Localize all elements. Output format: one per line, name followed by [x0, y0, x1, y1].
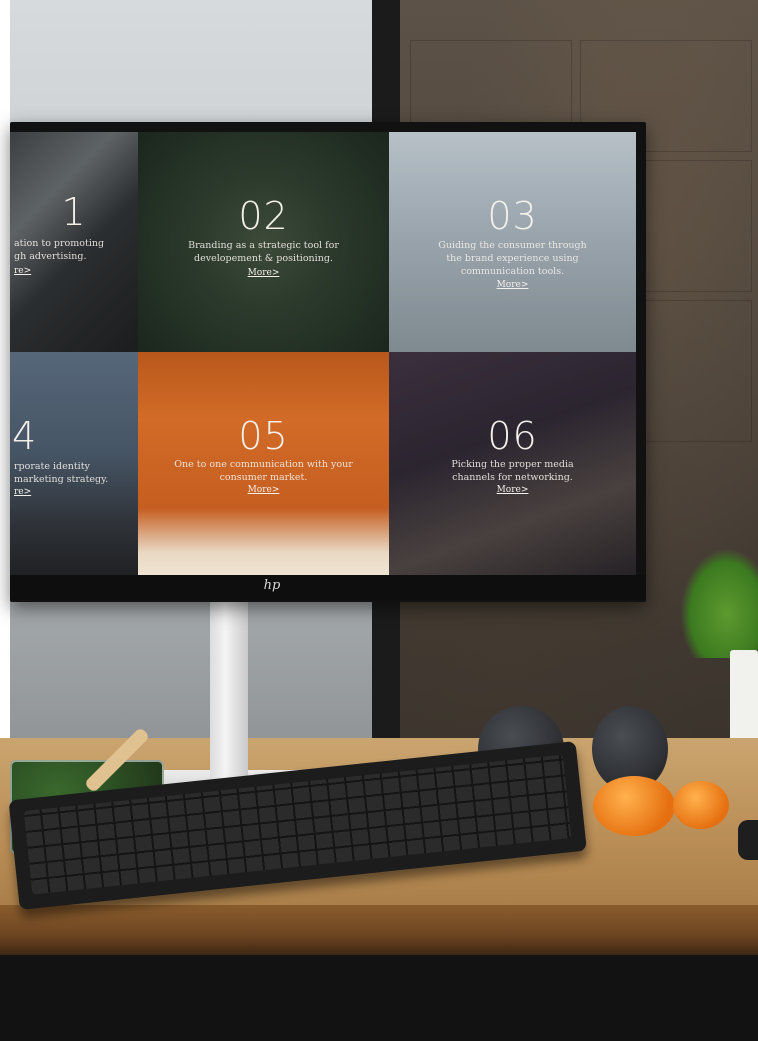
potted-plant [680, 548, 758, 658]
floor-shadow [0, 955, 758, 1041]
tile-description: Guiding the consumer through the brand e… [438, 240, 587, 277]
desk-edge [0, 905, 758, 955]
orange-peeled [593, 776, 675, 836]
tile-number: 4 [12, 414, 38, 458]
service-tile-6: 06 Picking the proper media channels for… [389, 352, 636, 575]
service-tile-2: 02 Branding as a strategic tool for deve… [138, 132, 389, 352]
tile-number: 02 [238, 194, 289, 238]
monitor-screen: 1 ation to promoting gh advertising. re>… [10, 132, 636, 575]
service-tile-3: 03 Guiding the consumer through the bran… [389, 132, 636, 352]
monitor-chin [10, 575, 646, 600]
service-tile-4: 4 rporate identity marketing strategy. r… [10, 352, 138, 575]
mouse [738, 820, 758, 860]
tile-more-link[interactable]: More> [389, 485, 636, 495]
hp-logo-icon: hp [263, 578, 281, 593]
tile-description: ation to promoting gh advertising. [14, 238, 105, 262]
tile-number: 1 [61, 190, 87, 234]
tile-number: 05 [238, 414, 289, 458]
tile-more-link[interactable]: re> [10, 266, 138, 276]
tile-number: 03 [487, 194, 538, 238]
orange-peel [673, 781, 729, 829]
tile-number: 06 [487, 414, 538, 458]
tile-more-link[interactable]: More> [389, 280, 636, 290]
tile-description: Branding as a strategic tool for develop… [188, 240, 339, 264]
service-tile-5: 05 One to one communication with your co… [138, 352, 389, 575]
tile-description: rporate identity marketing strategy. [14, 461, 109, 485]
tile-more-link[interactable]: re> [10, 487, 138, 497]
tile-more-link[interactable]: More> [138, 268, 389, 278]
monitor-stand-neck [210, 600, 248, 790]
photo-scene: 1 ation to promoting gh advertising. re>… [0, 0, 758, 1041]
tile-more-link[interactable]: More> [138, 485, 389, 495]
tile-description: Picking the proper media channels for ne… [451, 459, 574, 483]
service-tile-1: 1 ation to promoting gh advertising. re> [10, 132, 138, 352]
tile-description: One to one communication with your consu… [174, 459, 353, 483]
